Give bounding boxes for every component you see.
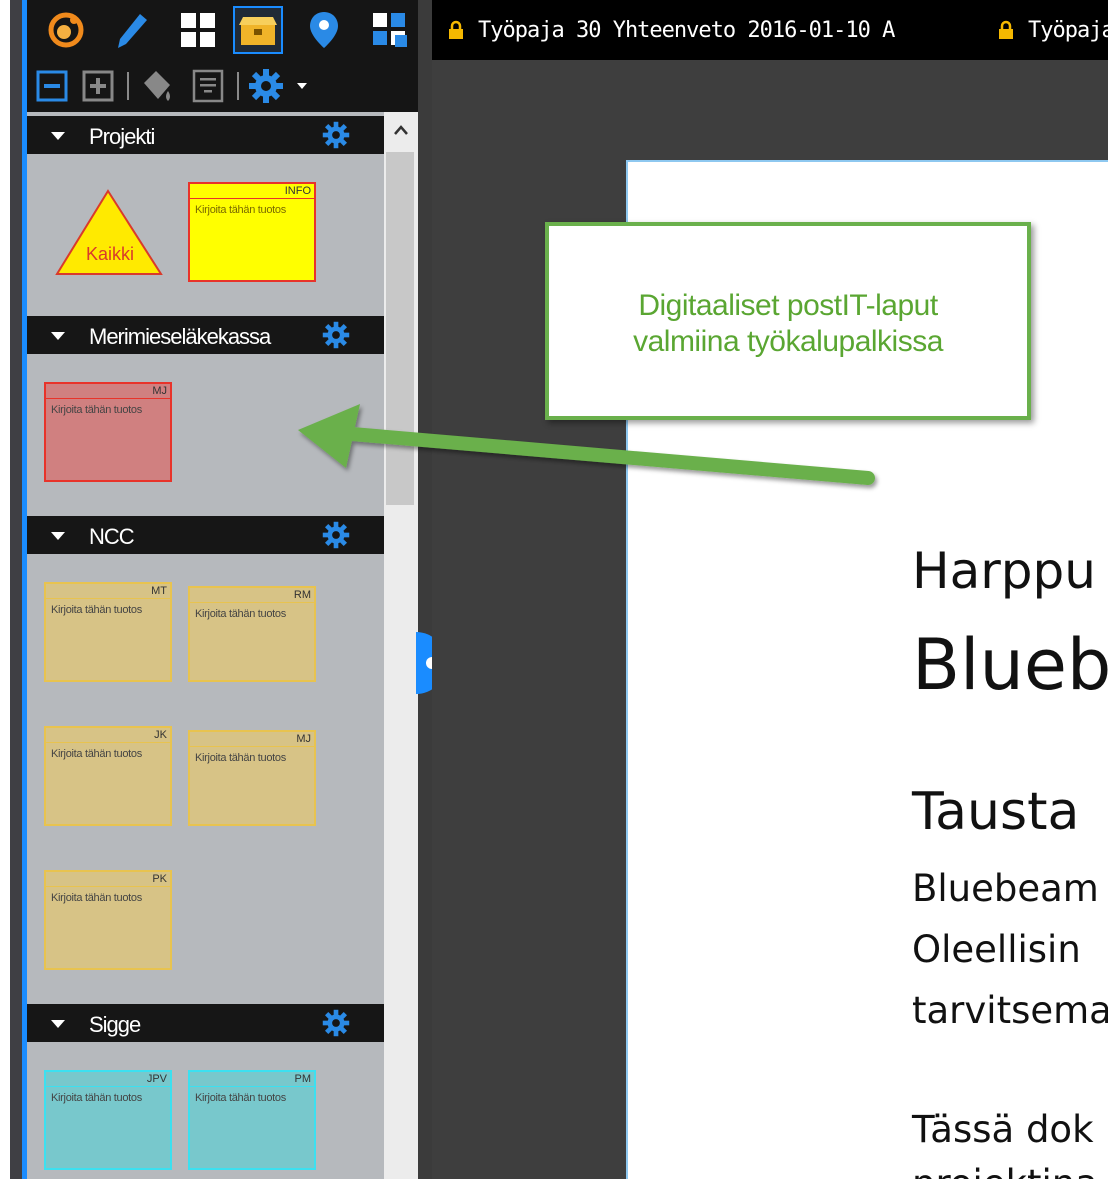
doc-title-line1: Harppu xyxy=(912,542,1096,600)
layers-panel-icon[interactable] xyxy=(365,6,415,54)
note-initials: MJ xyxy=(152,385,167,397)
settings-gear-icon[interactable] xyxy=(247,69,285,103)
doc-paragraph-line: Bluebeam xyxy=(912,867,1099,910)
expand-all-icon[interactable] xyxy=(81,70,115,102)
section-label: NCC xyxy=(89,524,135,549)
doc-paragraph-line: Oleellisin xyxy=(912,928,1081,971)
section-settings-gear-icon[interactable] xyxy=(322,1009,350,1042)
note-initials: JK xyxy=(154,729,167,741)
doc-heading-tausta: Tausta xyxy=(912,782,1080,842)
note-initials: RM xyxy=(293,589,311,601)
postit-note-info[interactable]: INFO Kirjoita tähän tuotos xyxy=(188,182,316,282)
fill-bucket-icon[interactable] xyxy=(137,70,179,102)
postit-note-mj-red[interactable]: MJ Kirjoita tähän tuotos xyxy=(44,382,172,482)
lock-icon xyxy=(448,20,464,45)
scroll-up-arrow-icon[interactable] xyxy=(384,112,418,148)
kaikki-label: Kaikki xyxy=(85,244,134,264)
note-placeholder: Kirjoita tähän tuotos xyxy=(195,608,286,620)
section-header-projekti[interactable]: Projekti xyxy=(27,116,384,154)
tool-chest-toolbar xyxy=(27,60,418,112)
panel-scrollbar[interactable] xyxy=(384,112,418,1179)
doc-title-line2: Blueb xyxy=(912,624,1108,706)
note-placeholder: Kirjoita tähän tuotos xyxy=(51,604,142,616)
thumbnails-grid-icon[interactable] xyxy=(173,6,223,54)
note-placeholder: Kirjoita tähän tuotos xyxy=(195,752,286,764)
section-label: Merimieseläkekassa xyxy=(89,324,271,349)
section-header-merimieselakekassa[interactable]: Merimieseläkekassa xyxy=(27,316,384,354)
toolbar-separator xyxy=(127,72,129,100)
note-placeholder: Kirjoita tähän tuotos xyxy=(51,748,142,760)
doc-paragraph-line: Tässä dok xyxy=(912,1108,1094,1151)
callout-line-1: Digitaaliset postIT-laput xyxy=(638,289,938,322)
postit-note-mj[interactable]: MJ Kirjoita tähän tuotos xyxy=(188,730,316,826)
panel-splitter[interactable] xyxy=(418,0,432,1179)
document-tab[interactable]: Työpaja xyxy=(1028,18,1108,43)
postit-note-mt[interactable]: MT Kirjoita tähän tuotos xyxy=(44,582,172,682)
section-header-sigge[interactable]: Sigge xyxy=(27,1004,384,1042)
annotation-callout-box: Digitaaliset postIT-laput valmiina työka… xyxy=(545,222,1031,420)
scrollbar-thumb[interactable] xyxy=(386,152,414,505)
note-placeholder: Kirjoita tähän tuotos xyxy=(51,892,142,904)
note-initials: MT xyxy=(151,585,167,597)
tool-chest-icon[interactable] xyxy=(233,6,283,54)
doc-paragraph-line: tarvitsema xyxy=(912,989,1108,1032)
postit-note-jk[interactable]: JK Kirjoita tähän tuotos xyxy=(44,726,172,826)
lock-icon xyxy=(998,20,1014,45)
section-settings-gear-icon[interactable] xyxy=(322,521,350,554)
panel-icon-toolbar xyxy=(27,0,418,60)
note-initials: JPV xyxy=(146,1073,167,1085)
callout-line-2: valmiina työkalupalkissa xyxy=(633,325,943,358)
kaikki-triangle-stamp[interactable]: Kaikki xyxy=(55,188,165,280)
section-label: Projekti xyxy=(89,124,155,149)
note-initials: INFO xyxy=(284,185,311,197)
postit-note-pm[interactable]: PM Kirjoita tähän tuotos xyxy=(188,1070,316,1170)
note-placeholder: Kirjoita tähän tuotos xyxy=(195,204,286,216)
markup-pen-icon[interactable] xyxy=(107,6,157,54)
document-tab-active[interactable]: Työpaja 30 Yhteenveto 2016-01-10 A xyxy=(478,18,895,43)
collapse-triangle-icon[interactable] xyxy=(51,132,65,140)
section-header-ncc[interactable]: NCC xyxy=(27,516,384,554)
collapse-all-icon[interactable] xyxy=(35,70,69,102)
note-initials: PM xyxy=(294,1073,312,1085)
section-settings-gear-icon[interactable] xyxy=(322,321,350,354)
callout-text: Digitaaliset postIT-laput valmiina työka… xyxy=(549,288,1027,360)
places-pin-icon[interactable] xyxy=(299,6,349,54)
bluebeam-logo-icon[interactable] xyxy=(41,6,91,54)
settings-dropdown-chevron-icon[interactable] xyxy=(295,70,309,102)
note-placeholder: Kirjoita tähän tuotos xyxy=(51,1092,142,1104)
collapse-triangle-icon[interactable] xyxy=(51,332,65,340)
note-placeholder: Kirjoita tähän tuotos xyxy=(51,404,142,416)
note-initials: PK xyxy=(152,873,167,885)
postit-note-rm[interactable]: RM Kirjoita tähän tuotos xyxy=(188,586,316,682)
document-tab-bar: Työpaja 30 Yhteenveto 2016-01-10 A Työpa… xyxy=(432,0,1108,60)
postit-note-pk[interactable]: PK Kirjoita tähän tuotos xyxy=(44,870,172,970)
section-settings-gear-icon[interactable] xyxy=(322,121,350,154)
collapse-triangle-icon[interactable] xyxy=(51,1020,65,1028)
doc-paragraph-line: projektina xyxy=(912,1162,1098,1179)
collapse-triangle-icon[interactable] xyxy=(51,532,65,540)
note-initials: MJ xyxy=(296,733,311,745)
tool-chest-panel: Projekti Kaikki INFO Kirjoita tähän tuot… xyxy=(27,112,384,1179)
section-label: Sigge xyxy=(89,1012,141,1037)
properties-list-icon[interactable] xyxy=(191,69,225,103)
postit-note-jpv[interactable]: JPV Kirjoita tähän tuotos xyxy=(44,1070,172,1170)
toolbar-separator xyxy=(237,72,239,100)
note-placeholder: Kirjoita tähän tuotos xyxy=(195,1092,286,1104)
window-edge xyxy=(0,0,10,1179)
note-header xyxy=(46,728,170,743)
